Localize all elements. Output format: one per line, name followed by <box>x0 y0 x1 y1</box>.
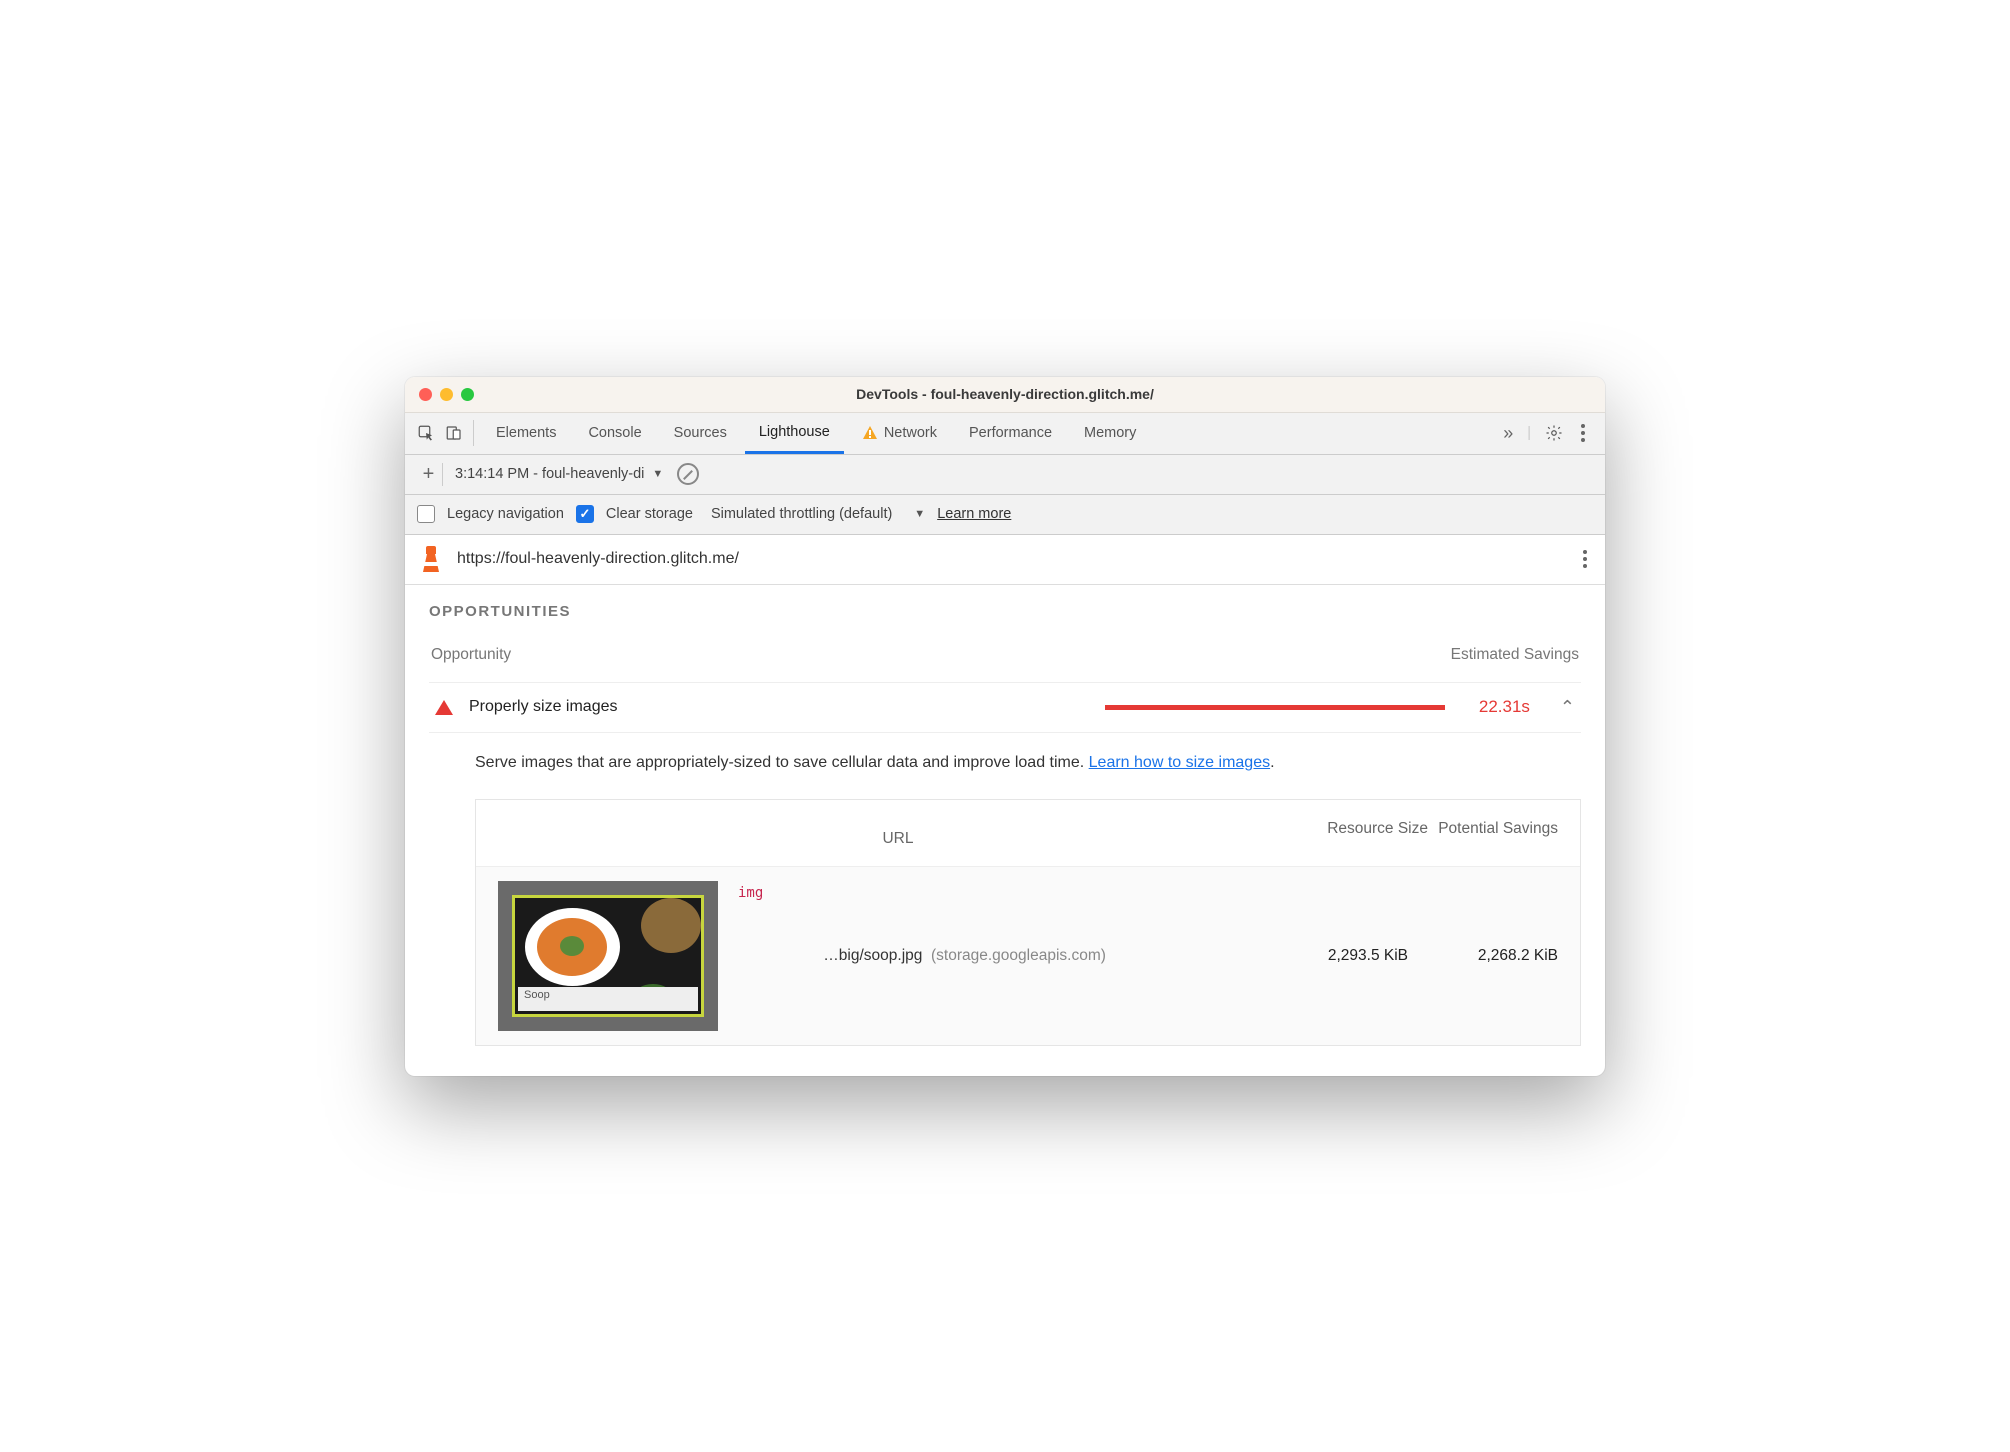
tab-elements[interactable]: Elements <box>482 413 570 454</box>
device-toolbar-icon[interactable] <box>445 424 463 442</box>
report-selector[interactable]: 3:14:14 PM - foul-heavenly-di ▼ <box>455 466 663 482</box>
learn-size-images-link[interactable]: Learn how to size images <box>1089 754 1270 771</box>
lighthouse-toolbar: + 3:14:14 PM - foul-heavenly-di ▼ <box>405 455 1605 495</box>
tab-lighthouse[interactable]: Lighthouse <box>745 413 844 454</box>
column-headers: Opportunity Estimated Savings <box>429 646 1581 664</box>
lighthouse-options-bar: Legacy navigation ✓ Clear storage Simula… <box>405 495 1605 535</box>
clear-storage-label: Clear storage <box>606 506 693 522</box>
report-url-bar: https://foul-heavenly-direction.glitch.m… <box>405 535 1605 585</box>
table-header: URL Resource Size Potential Savings <box>476 800 1580 867</box>
savings-value: 22.31s <box>1479 697 1530 717</box>
gear-icon[interactable] <box>1545 424 1563 442</box>
kebab-menu-icon[interactable] <box>1577 420 1589 446</box>
resource-url[interactable]: …big/soop.jpg (storage.googleapis.com) <box>783 947 1258 965</box>
inspect-element-icon[interactable] <box>417 424 435 442</box>
tab-sources[interactable]: Sources <box>660 413 741 454</box>
more-tabs-icon[interactable]: » <box>1503 423 1513 444</box>
tab-performance[interactable]: Performance <box>955 413 1066 454</box>
opportunity-description: Serve images that are appropriately-size… <box>429 733 1581 799</box>
th-potential: Potential Savings <box>1428 818 1558 848</box>
devtools-tabbar: Elements Console Sources Lighthouse Netw… <box>405 413 1605 455</box>
resource-size: 2,293.5 KiB <box>1278 947 1408 965</box>
lighthouse-icon <box>419 546 443 572</box>
element-tag: img <box>738 885 763 901</box>
devtools-window: DevTools - foul-heavenly-direction.glitc… <box>405 377 1605 1076</box>
col-opportunity: Opportunity <box>431 646 511 664</box>
potential-savings: 2,268.2 KiB <box>1428 947 1558 965</box>
opportunity-row[interactable]: Properly size images 22.31s ⌃ <box>429 682 1581 733</box>
throttling-dropdown-icon[interactable]: ▼ <box>914 508 925 520</box>
tab-memory[interactable]: Memory <box>1070 413 1150 454</box>
titlebar: DevTools - foul-heavenly-direction.glitc… <box>405 377 1605 413</box>
report-menu-icon[interactable] <box>1579 546 1591 572</box>
thumb-caption: Soop <box>518 987 698 1011</box>
chevron-up-icon[interactable]: ⌃ <box>1560 697 1575 718</box>
legacy-nav-label: Legacy navigation <box>447 506 564 522</box>
throttling-label: Simulated throttling (default) <box>711 506 892 522</box>
image-thumbnail[interactable]: Soop <box>498 881 718 1031</box>
clear-storage-checkbox[interactable]: ✓ <box>576 505 594 523</box>
th-url: URL <box>498 818 1298 848</box>
panel-tabs: Elements Console Sources Lighthouse Netw… <box>482 413 1503 454</box>
warning-icon <box>862 425 878 441</box>
new-report-button[interactable]: + <box>415 463 443 486</box>
th-size: Resource Size <box>1298 818 1428 848</box>
tab-network[interactable]: Network <box>848 413 951 454</box>
legacy-nav-checkbox[interactable] <box>417 505 435 523</box>
window-title: DevTools - foul-heavenly-direction.glitc… <box>405 386 1605 402</box>
table-row: Soop img …big/soop.jpg (storage.googleap… <box>476 867 1580 1045</box>
opportunity-name: Properly size images <box>469 698 618 716</box>
learn-more-link[interactable]: Learn more <box>937 506 1011 522</box>
dropdown-caret-icon: ▼ <box>652 468 663 480</box>
savings-bar <box>1105 705 1445 710</box>
section-title: OPPORTUNITIES <box>429 603 1581 620</box>
report-url: https://foul-heavenly-direction.glitch.m… <box>457 550 739 568</box>
fail-triangle-icon <box>435 700 453 715</box>
details-table: URL Resource Size Potential Savings Soop… <box>475 799 1581 1046</box>
report-content: OPPORTUNITIES Opportunity Estimated Savi… <box>405 585 1605 1076</box>
col-savings: Estimated Savings <box>1451 646 1579 664</box>
clear-icon[interactable] <box>677 463 699 485</box>
tab-console[interactable]: Console <box>574 413 655 454</box>
